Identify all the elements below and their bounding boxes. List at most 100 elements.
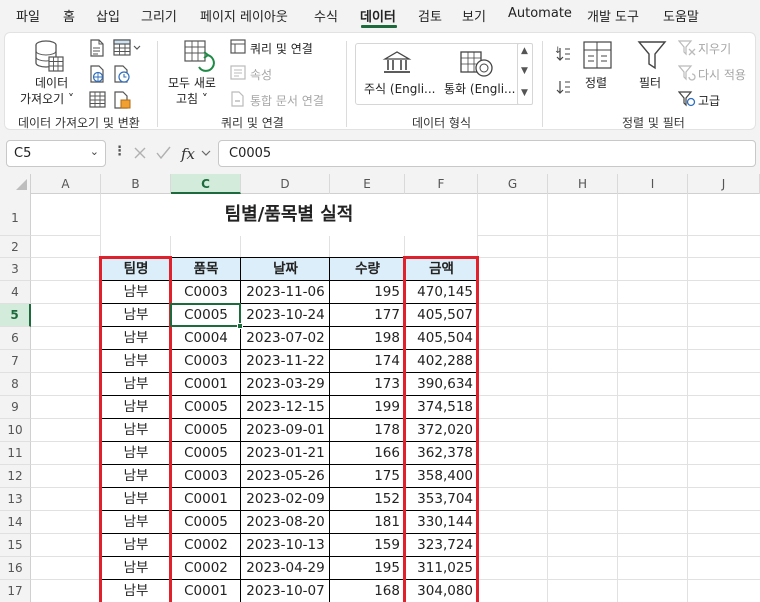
table-cell[interactable]: 166 (330, 442, 405, 465)
filter-button[interactable]: 필터 (639, 74, 661, 91)
table-cell[interactable]: 2023-10-24 (241, 304, 330, 327)
table-cell[interactable]: 2023-04-29 (241, 557, 330, 580)
menu-file[interactable]: 파일 (16, 6, 40, 25)
column-header-d[interactable]: D (241, 174, 330, 194)
refresh-all-icon[interactable] (183, 39, 217, 77)
table-cell[interactable]: 195 (330, 281, 405, 304)
row-header-7[interactable]: 7 (0, 350, 31, 373)
gallery-more-icon[interactable]: ▼ (521, 88, 528, 98)
table-cell[interactable]: 159 (330, 534, 405, 557)
from-table-icon[interactable] (113, 39, 143, 61)
name-box[interactable]: C5 ⌄ (6, 140, 106, 167)
column-header-i[interactable]: I (618, 174, 688, 194)
menu-draw[interactable]: 그리기 (141, 6, 177, 25)
table-cell[interactable]: 2023-11-22 (241, 350, 330, 373)
table-header-3[interactable]: 수량 (330, 258, 405, 281)
table-cell[interactable]: C0002 (171, 534, 241, 557)
table-cell[interactable]: C0005 (171, 511, 241, 534)
currency-button[interactable]: 통화 (Engli... (444, 80, 516, 97)
column-header-f[interactable]: F (405, 174, 478, 194)
table-cell[interactable]: 2023-09-01 (241, 419, 330, 442)
row-header-9[interactable]: 9 (0, 396, 31, 419)
database-icon[interactable] (33, 39, 65, 77)
menu-automate[interactable]: Automate (508, 6, 572, 21)
row-header-16[interactable]: 16 (0, 557, 31, 580)
stocks-icon[interactable] (382, 50, 412, 80)
menu-home[interactable]: 홈 (63, 6, 75, 25)
advanced-button[interactable]: 고급 (698, 92, 720, 109)
row-header-15[interactable]: 15 (0, 534, 31, 557)
stocks-button[interactable]: 주식 (Engli... (364, 80, 436, 97)
queries-connections-icon[interactable] (230, 39, 246, 59)
from-web-icon[interactable] (89, 65, 105, 87)
table-cell[interactable]: C0003 (171, 465, 241, 488)
table-cell[interactable]: C0005 (171, 442, 241, 465)
table-cell[interactable]: 2023-11-06 (241, 281, 330, 304)
table-cell[interactable]: 2023-07-02 (241, 327, 330, 350)
row-header-6[interactable]: 6 (0, 327, 31, 350)
filter-icon[interactable] (637, 40, 667, 76)
table-cell[interactable]: C0001 (171, 488, 241, 511)
menu-formulas[interactable]: 수식 (314, 6, 338, 25)
advanced-filter-icon[interactable] (677, 91, 696, 111)
row-header-10[interactable]: 10 (0, 419, 31, 442)
row-header-8[interactable]: 8 (0, 373, 31, 396)
column-header-b[interactable]: B (101, 174, 171, 194)
row-header-14[interactable]: 14 (0, 511, 31, 534)
refresh-all-label-2[interactable]: 고침 ˅ (176, 90, 208, 107)
gallery-up-icon[interactable]: ▲ (521, 46, 528, 56)
table-cell[interactable]: C0004 (171, 327, 241, 350)
table-cell[interactable]: 178 (330, 419, 405, 442)
sort-ascending-icon[interactable]: ↓ (554, 44, 574, 68)
row-header-12[interactable]: 12 (0, 465, 31, 488)
table-cell[interactable]: 181 (330, 511, 405, 534)
menu-view[interactable]: 보기 (462, 6, 486, 25)
get-data-label-2[interactable]: 가져오기 ˅ (20, 90, 74, 107)
get-data-label-1[interactable]: 데이터 (35, 74, 68, 91)
row-header-2[interactable]: 2 (0, 236, 31, 258)
table-cell[interactable]: 2023-12-15 (241, 396, 330, 419)
table-cell[interactable]: 175 (330, 465, 405, 488)
table-cell[interactable]: C0003 (171, 350, 241, 373)
row-header-17[interactable]: 17 (0, 580, 31, 602)
column-header-a[interactable]: A (31, 174, 101, 194)
sort-button[interactable]: 정렬 (585, 74, 607, 91)
menu-page-layout[interactable]: 페이지 레이아웃 (200, 6, 288, 25)
from-text-icon[interactable] (89, 39, 105, 61)
table-header-2[interactable]: 날짜 (241, 258, 330, 281)
chevron-down-icon[interactable]: ⌄ (90, 145, 99, 158)
table-cell[interactable]: 195 (330, 557, 405, 580)
menu-review[interactable]: 검토 (418, 6, 442, 25)
existing-connections-icon[interactable] (89, 91, 107, 113)
row-header-1[interactable]: 1 (0, 194, 31, 236)
row-header-3[interactable]: 3 (0, 258, 31, 281)
row-header-11[interactable]: 11 (0, 442, 31, 465)
table-cell[interactable]: 2023-10-13 (241, 534, 330, 557)
from-file-icon[interactable] (113, 91, 131, 113)
table-cell[interactable]: C0002 (171, 557, 241, 580)
column-header-e[interactable]: E (330, 174, 405, 194)
table-cell[interactable]: 152 (330, 488, 405, 511)
column-header-c[interactable]: C (171, 174, 241, 194)
table-cell[interactable]: 199 (330, 396, 405, 419)
active-cell[interactable] (170, 303, 241, 327)
table-cell[interactable]: C0001 (171, 373, 241, 396)
table-cell[interactable]: 168 (330, 580, 405, 602)
table-cell[interactable]: 2023-03-29 (241, 373, 330, 396)
table-cell[interactable]: C0001 (171, 580, 241, 602)
table-cell[interactable]: C0003 (171, 281, 241, 304)
table-cell[interactable]: 2023-10-07 (241, 580, 330, 602)
table-cell[interactable]: 173 (330, 373, 405, 396)
sort-icon[interactable] (583, 41, 613, 73)
more-options-icon[interactable]: ⋮ (113, 144, 126, 159)
table-cell[interactable]: C0005 (171, 419, 241, 442)
table-cell[interactable]: C0005 (171, 396, 241, 419)
queries-connections-button[interactable]: 쿼리 및 연결 (250, 40, 313, 57)
row-header-5[interactable]: 5 (0, 304, 31, 327)
column-header-j[interactable]: J (688, 174, 760, 194)
refresh-all-label-1[interactable]: 모두 새로 (168, 74, 216, 91)
gallery-scroll[interactable]: ▲ ▼ ▼ (517, 43, 533, 105)
formula-input[interactable]: C0005 (218, 140, 756, 167)
column-header-g[interactable]: G (478, 174, 548, 194)
sort-descending-icon[interactable] (554, 77, 574, 101)
